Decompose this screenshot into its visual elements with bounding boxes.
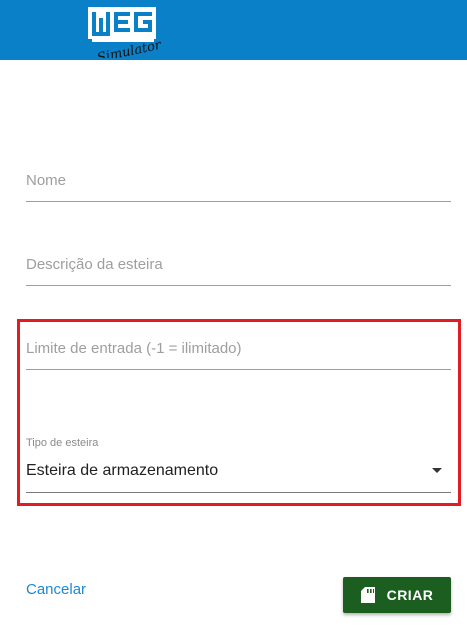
conveyor-type-label: Tipo de esteira (26, 437, 99, 449)
create-button-label: CRIAR (386, 587, 434, 603)
name-underline (26, 201, 451, 202)
app-header: Simulator (0, 0, 467, 60)
input-limit-field[interactable]: Limite de entrada (-1 = ilimitado) (26, 338, 451, 370)
create-button[interactable]: CRIAR (343, 577, 451, 613)
dropdown-arrow-icon[interactable] (432, 468, 442, 473)
name-field[interactable]: Nome (26, 170, 451, 202)
conveyor-type-value[interactable]: Esteira de armazenamento (26, 462, 218, 480)
cancel-button[interactable]: Cancelar (26, 581, 86, 598)
description-field[interactable]: Descrição da esteira (26, 254, 451, 286)
name-placeholder: Nome (26, 172, 67, 189)
weg-simulator-logo: Simulator (88, 7, 163, 58)
input-limit-placeholder: Limite de entrada (-1 = ilimitado) (26, 340, 242, 357)
input-limit-underline (26, 369, 451, 370)
sd-card-icon (360, 587, 375, 603)
description-underline (26, 285, 451, 286)
description-placeholder: Descrição da esteira (26, 256, 163, 273)
conveyor-type-underline (26, 492, 451, 493)
